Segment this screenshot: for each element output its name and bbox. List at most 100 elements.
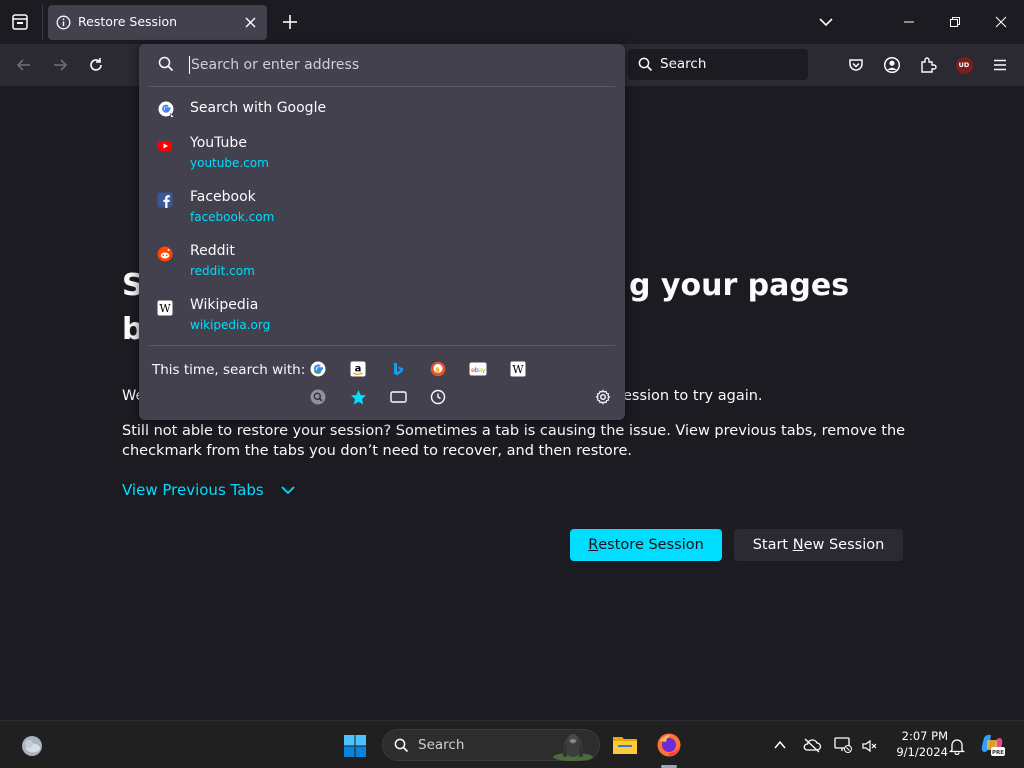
tab-bar: Restore Session [0, 0, 1024, 44]
one-off-amazon[interactable]: a [349, 360, 367, 378]
restore-session-button[interactable]: Restore Session [570, 529, 722, 561]
pocket-icon [849, 59, 863, 71]
hamburger-menu-icon [994, 59, 1006, 71]
search-bar-label: Search [660, 56, 707, 72]
search-settings-button[interactable] [594, 388, 612, 406]
result-wikipedia[interactable]: W Wikipedia wikipedia.org [147, 294, 617, 342]
restore-window-button[interactable] [932, 0, 978, 44]
close-icon [995, 16, 1007, 28]
one-off-wikipedia[interactable]: W [509, 360, 527, 378]
reload-button[interactable] [83, 52, 109, 78]
network-tray-button[interactable] [832, 734, 854, 756]
chevron-down-icon [281, 486, 295, 495]
one-off-bing[interactable] [389, 360, 407, 378]
widgets-button[interactable] [18, 732, 46, 760]
list-all-tabs-chevron-icon[interactable] [815, 12, 837, 32]
windows-logo-icon [344, 735, 366, 757]
onedrive-cloud-icon [803, 738, 822, 753]
headline-line1-end: g your pages [629, 268, 850, 303]
wikipedia-icon: W [510, 361, 526, 377]
restore-label-post: estore Session [598, 537, 704, 553]
gorilla-search-highlight-icon [553, 734, 593, 761]
view-previous-tabs-toggle[interactable]: View Previous Tabs [122, 481, 296, 499]
search-bar[interactable]: Search [628, 49, 808, 80]
forward-button[interactable] [47, 52, 73, 78]
bing-icon [394, 362, 403, 376]
one-off-ebay[interactable]: ebay [469, 360, 487, 378]
app-menu-button[interactable] [987, 52, 1013, 78]
puzzle-piece-icon [921, 57, 937, 73]
facebook-icon [157, 192, 173, 208]
taskbar-search-label: Search [418, 737, 465, 753]
ublock-origin-button[interactable]: UD [951, 52, 977, 78]
search-engine-icon [310, 389, 326, 405]
back-arrow-icon [16, 59, 30, 71]
show-hidden-icons-button[interactable] [770, 735, 790, 755]
result-title: Facebook [190, 189, 256, 205]
minimize-icon [904, 21, 914, 23]
wikipedia-icon: W [157, 300, 173, 316]
one-off-history[interactable] [429, 388, 447, 406]
result-reddit[interactable]: Reddit reddit.com [147, 240, 617, 288]
account-button[interactable] [879, 52, 905, 78]
taskbar-clock[interactable]: 2:07 PM 9/1/2024 [884, 728, 948, 760]
notifications-button[interactable] [946, 735, 968, 757]
reload-icon [90, 58, 102, 71]
svg-text:W: W [512, 363, 524, 376]
tab-title: Restore Session [78, 14, 178, 29]
forward-arrow-icon [54, 59, 68, 71]
pocket-button[interactable] [843, 52, 869, 78]
one-off-search-label: This time, search with: [152, 362, 306, 378]
tab-restore-session[interactable]: Restore Session [48, 5, 267, 40]
bell-icon [949, 739, 965, 755]
tabs-icon [389, 391, 407, 403]
folder-icon [613, 737, 637, 754]
info-icon [56, 15, 71, 30]
volume-muted-icon [862, 739, 877, 753]
onedrive-tray-button[interactable] [801, 734, 823, 756]
firefox-view-icon [12, 14, 28, 30]
extensions-button[interactable] [915, 52, 941, 78]
back-button[interactable] [11, 52, 37, 78]
one-off-tabs[interactable] [389, 388, 407, 406]
file-explorer-button[interactable] [610, 730, 640, 760]
one-off-duckduckgo[interactable] [429, 360, 447, 378]
result-facebook[interactable]: Facebook facebook.com [147, 186, 617, 234]
result-title: Wikipedia [190, 297, 259, 313]
volume-tray-button[interactable] [859, 735, 881, 757]
ebay-icon: ebay [469, 362, 487, 376]
gear-icon [595, 389, 611, 405]
minimize-button[interactable] [886, 0, 932, 44]
result-title: YouTube [190, 135, 247, 151]
result-title: Reddit [190, 243, 235, 259]
tab-close-icon[interactable] [242, 14, 259, 31]
urlbar-divider [149, 86, 615, 87]
taskbar-search-box[interactable]: Search [382, 729, 600, 761]
new-tab-plus-icon[interactable] [279, 11, 301, 33]
new-session-label-pre: Start [752, 537, 793, 553]
result-url: reddit.com [190, 264, 255, 278]
bookmarks-star-icon [350, 389, 366, 404]
firefox-taskbar-button[interactable] [654, 730, 684, 760]
duckduckgo-icon [430, 361, 446, 377]
search-icon [638, 57, 653, 72]
account-icon [883, 56, 901, 74]
start-button[interactable] [340, 731, 370, 761]
urlbar-input[interactable] [191, 53, 611, 77]
ublock-origin-icon: UD [955, 56, 973, 74]
copilot-icon: PRE [981, 734, 1005, 756]
firefox-view-button[interactable] [6, 8, 34, 36]
svg-text:a: a [355, 364, 362, 375]
one-off-bookmarks[interactable] [349, 388, 367, 406]
one-off-search-engine[interactable] [309, 388, 327, 406]
start-new-session-button[interactable]: Start New Session [734, 529, 903, 561]
search-icon [394, 738, 409, 753]
copilot-button[interactable]: PRE [978, 731, 1006, 759]
one-off-divider [149, 345, 615, 346]
close-window-button[interactable] [978, 0, 1024, 44]
result-url: youtube.com [190, 156, 269, 170]
google-icon [310, 361, 326, 377]
result-youtube[interactable]: YouTube youtube.com [147, 132, 617, 180]
one-off-google[interactable] [309, 360, 327, 378]
restore-label-accesskey: R [588, 537, 599, 553]
